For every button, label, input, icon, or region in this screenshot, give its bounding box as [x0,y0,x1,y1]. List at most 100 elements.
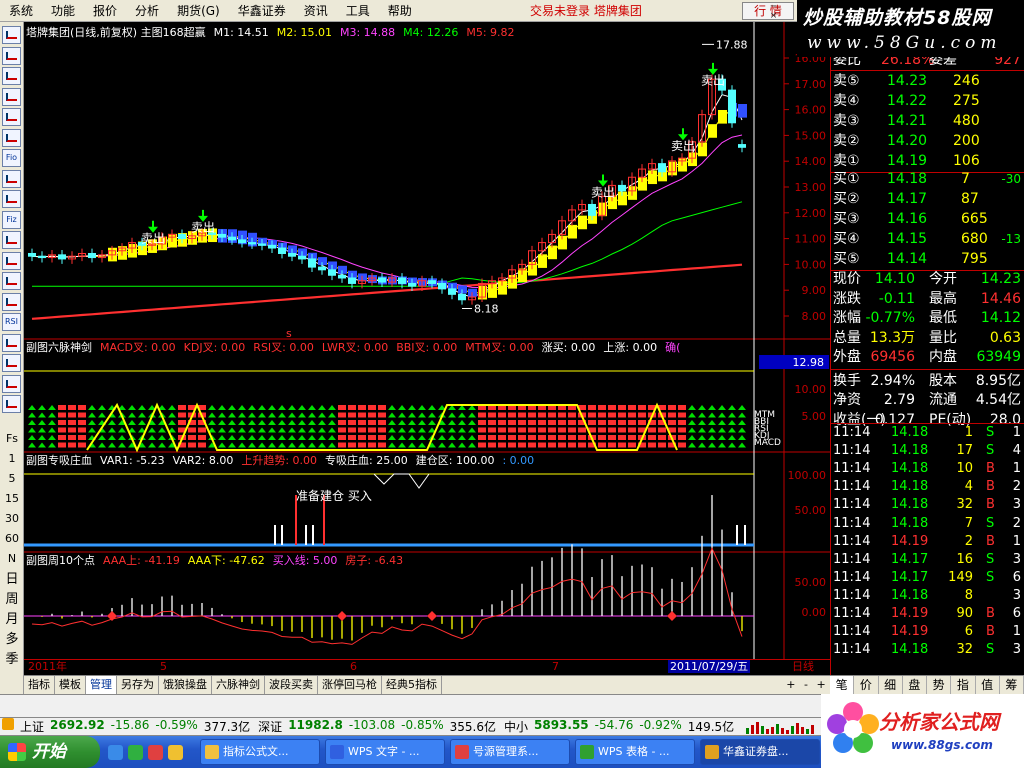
quote-row: 现价 14.10 今开 14.23 [831,270,1024,289]
quote-row: 净资 2.79 流通 4.54亿 [831,391,1024,410]
ind1-signal-cell [348,435,356,440]
indicator-tab-0[interactable]: 指标 [24,676,55,694]
left-tool-button-14[interactable]: RSI [2,313,21,331]
menu-item-4[interactable]: 期货(G) [168,0,229,22]
ind1-signal-cell [388,412,396,418]
left-tool-button-13[interactable] [2,292,21,311]
left-tool-button-10[interactable] [2,231,21,249]
left-tool-button-8[interactable] [2,190,21,208]
quote-tab-1[interactable]: 价 [854,676,879,694]
left-tool-button-12[interactable] [2,272,21,290]
indicator-tab-6[interactable]: 波段买卖 [265,676,318,694]
left-tool-button-7[interactable] [2,169,21,188]
menu-item-1[interactable]: 功能 [42,0,84,22]
quote-tab-5[interactable]: 指 [951,676,976,694]
ind1-signal-cell [398,420,406,425]
left-tool-button-6[interactable]: Fio [2,149,21,167]
taskbar-window-0[interactable]: 指标公式文... [200,739,320,765]
taskbar-window-2[interactable]: 号源管理系... [450,739,570,765]
buy-change: -13 [1001,232,1021,246]
period-button-7[interactable]: 日 [0,572,24,588]
candle-body [218,233,226,238]
taskbar-window-1[interactable]: WPS 文字 - ... [325,739,445,765]
indicator-tab-7[interactable]: 涨停回马枪 [318,676,382,694]
ind1-signal-cell [668,420,676,425]
ind1-signal-cell [638,420,646,425]
period-button-1[interactable]: 1 [0,452,24,466]
indicator-tab-3[interactable]: 另存为 [117,676,159,694]
qq-icon[interactable] [168,745,183,760]
tick-volume: 16 [956,551,973,567]
ind1-signal-cell [688,405,696,410]
indicator-tab-8[interactable]: 经典5指标 [382,676,442,694]
media-icon[interactable] [148,745,163,760]
quote-value: -0.11 [878,290,915,307]
quote-tab-2[interactable]: 细 [879,676,903,694]
left-tool-button-16[interactable] [2,354,21,372]
period-button-10[interactable]: 多 [0,632,24,648]
left-tool-button-15[interactable] [2,333,21,352]
menu-item-8[interactable]: 帮助 [379,0,421,22]
period-button-0[interactable]: Fs [0,432,24,446]
left-tool-button-4[interactable] [2,108,21,126]
period-button-5[interactable]: 60 [0,532,24,546]
ind1-signal-cell [88,412,96,418]
left-tool-button-5[interactable] [2,128,21,147]
period-button-2[interactable]: 5 [0,472,24,486]
mini-bar [756,721,760,734]
ind1-signal-cell [428,420,436,425]
left-tool-button-0[interactable] [2,26,21,44]
period-button-9[interactable]: 月 [0,612,24,628]
ind1-signal-cell [348,420,356,425]
quote-tab-6[interactable]: 值 [976,676,1000,694]
menu-item-5[interactable]: 华鑫证券 [229,0,295,22]
ind1-signal-cell [288,442,296,448]
chart-area[interactable]: 17.88 8.18 卖出 卖出 卖出 卖出 卖出 s 16.00 17.00 16.00 15.00… [24,22,830,675]
left-tool-button-3[interactable] [2,87,21,106]
left-tool-button-9[interactable]: Fiz [2,210,21,229]
ind1-signal-cell [708,435,716,440]
left-tool-button-18[interactable] [2,395,21,413]
ind3-house-marker [427,611,437,621]
indicator-tab-1[interactable]: 模板 [55,676,86,694]
taskbar-window-4[interactable]: 华鑫证券盘... [700,739,820,765]
period-button-4[interactable]: 30 [0,512,24,526]
ind1-signal-cell [708,427,716,433]
period-button-3[interactable]: 15 [0,492,24,506]
quote-tab-7[interactable]: 筹 [1000,676,1024,694]
left-tool-button-11[interactable] [2,251,21,270]
quote-tab-4[interactable]: 势 [927,676,952,694]
left-tool-button-2[interactable] [2,67,21,85]
left-tool-button-1[interactable] [2,46,21,65]
menu-item-2[interactable]: 报价 [84,0,126,22]
period-button-11[interactable]: 季 [0,652,24,668]
window-close-icon[interactable]: × [768,12,779,21]
period-button-8[interactable]: 周 [0,592,24,608]
ind1-y-tick-label: 5.00 [802,410,827,423]
index-value: 5893.55 [534,718,589,732]
quote-value: -0.77% [865,310,915,326]
tab-nav-button[interactable]: - [804,676,808,694]
mini-bar [811,724,815,734]
taskbar-window-3[interactable]: WPS 表格 - ... [575,739,695,765]
left-tool-button-17[interactable] [2,374,21,393]
ind1-y-tick-label: 10.00 [795,383,827,396]
ind1-signal-cell [738,427,746,433]
quote-tab-0[interactable]: 笔 [830,676,855,694]
menu-item-3[interactable]: 分析 [126,0,168,22]
start-button[interactable]: 开始 [0,736,100,768]
menu-item-6[interactable]: 资讯 [295,0,337,22]
indicator-tab-5[interactable]: 六脉神剑 [212,676,265,694]
browser-icon[interactable] [128,745,143,760]
tab-nav-button[interactable]: + [816,676,825,694]
menu-item-0[interactable]: 系统 [0,0,42,22]
tick-volume: 10 [956,461,973,477]
quote-tab-3[interactable]: 盘 [903,676,927,694]
menu-item-7[interactable]: 工具 [337,0,379,22]
ind1-signal-cell [418,412,426,418]
indicator-tab-4[interactable]: 饿狼操盘 [159,676,212,694]
indicator-tab-2[interactable]: 管理 [86,676,117,694]
ie-icon[interactable] [108,745,123,760]
tab-nav-button[interactable]: + [786,676,795,694]
period-button-6[interactable]: N [0,552,24,566]
